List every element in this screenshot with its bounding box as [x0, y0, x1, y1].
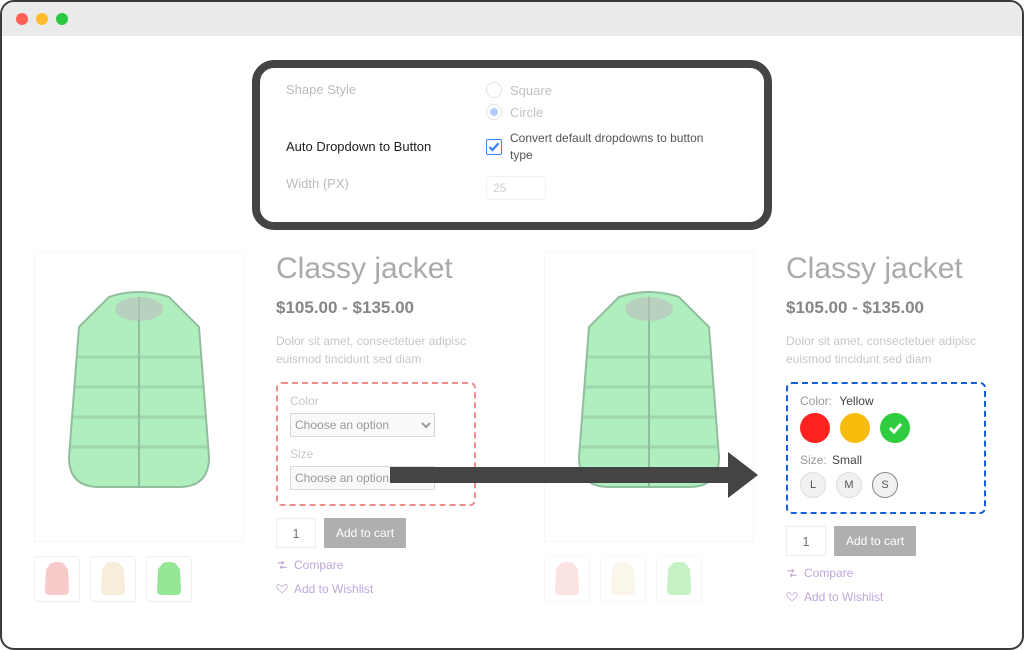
settings-panel: Shape Style Square Circle Auto Dropdown …: [252, 60, 772, 230]
variant-color-label: Color: [290, 394, 462, 408]
product-price: $105.00 - $135.00: [276, 298, 488, 318]
window-zoom-icon[interactable]: [56, 13, 68, 25]
variant-swatches-highlight: Color: Yellow Size: Small: [786, 382, 986, 514]
setting-shape-style-label: Shape Style: [286, 82, 486, 97]
size-swatch-s[interactable]: S: [872, 472, 898, 498]
product-description: Dolor sit amet, consectetuer adipisc eui…: [276, 332, 476, 368]
variant-size-label: Size: [290, 447, 462, 461]
product-price: $105.00 - $135.00: [786, 298, 998, 318]
thumbnail[interactable]: [90, 556, 136, 602]
color-select[interactable]: Choose an option: [290, 413, 435, 437]
setting-auto-dropdown-label: Auto Dropdown to Button: [286, 139, 486, 154]
product-variant-before: Classy jacket $105.00 - $135.00 Dolor si…: [2, 252, 512, 648]
variant-dropdowns-highlight: Color Choose an option Size Choose an op…: [276, 382, 476, 506]
add-to-cart-button[interactable]: Add to cart: [324, 518, 406, 548]
variant-size-label: Size: Small: [800, 453, 972, 467]
setting-width-label: Width (PX): [286, 176, 486, 191]
radio-icon: [486, 82, 502, 98]
thumbnail[interactable]: [146, 556, 192, 602]
window-close-icon[interactable]: [16, 13, 28, 25]
quantity-input[interactable]: [276, 518, 316, 548]
compare-link[interactable]: Compare: [276, 558, 488, 572]
radio-option-square[interactable]: Square: [486, 82, 552, 98]
thumbnail[interactable]: [600, 556, 646, 602]
compare-icon: [786, 567, 798, 579]
color-swatch-yellow[interactable]: [840, 413, 870, 443]
radio-option-circle[interactable]: Circle: [486, 104, 552, 120]
product-variant-after: Classy jacket $105.00 - $135.00 Dolor si…: [512, 252, 1022, 648]
product-title: Classy jacket: [276, 252, 488, 286]
product-image: [544, 252, 754, 542]
quantity-input[interactable]: [786, 526, 826, 556]
radio-icon: [486, 104, 502, 120]
product-title: Classy jacket: [786, 252, 998, 286]
checkbox-description: Convert default dropdowns to button type: [510, 130, 710, 164]
arrow-icon: [390, 467, 730, 483]
add-to-cart-button[interactable]: Add to cart: [834, 526, 916, 556]
size-swatch-m[interactable]: M: [836, 472, 862, 498]
compare-link[interactable]: Compare: [786, 566, 998, 580]
color-swatch-green[interactable]: [880, 413, 910, 443]
titlebar: [2, 2, 1022, 36]
variant-color-value: Yellow: [839, 394, 873, 408]
product-description: Dolor sit amet, consectetuer adipisc eui…: [786, 332, 986, 368]
check-icon: [488, 141, 500, 153]
size-swatch-l[interactable]: L: [800, 472, 826, 498]
check-icon: [887, 420, 903, 436]
thumbnail[interactable]: [656, 556, 702, 602]
wishlist-link[interactable]: Add to Wishlist: [786, 590, 998, 604]
color-swatch-red[interactable]: [800, 413, 830, 443]
browser-window: Shape Style Square Circle Auto Dropdown …: [0, 0, 1024, 650]
variant-color-label: Color: Yellow: [800, 394, 972, 408]
width-input[interactable]: [486, 176, 546, 200]
radio-label: Square: [510, 83, 552, 98]
product-image: [34, 252, 244, 542]
jacket-icon: [49, 287, 229, 507]
compare-icon: [276, 559, 288, 571]
wishlist-link[interactable]: Add to Wishlist: [276, 582, 488, 596]
thumbnail[interactable]: [34, 556, 80, 602]
variant-size-value: Small: [832, 453, 862, 467]
product-comparison: Classy jacket $105.00 - $135.00 Dolor si…: [2, 252, 1022, 648]
thumbnail[interactable]: [544, 556, 590, 602]
radio-label: Circle: [510, 105, 543, 120]
heart-icon: [276, 583, 288, 595]
heart-icon: [786, 591, 798, 603]
window-minimize-icon[interactable]: [36, 13, 48, 25]
checkbox-auto-dropdown[interactable]: [486, 139, 502, 155]
